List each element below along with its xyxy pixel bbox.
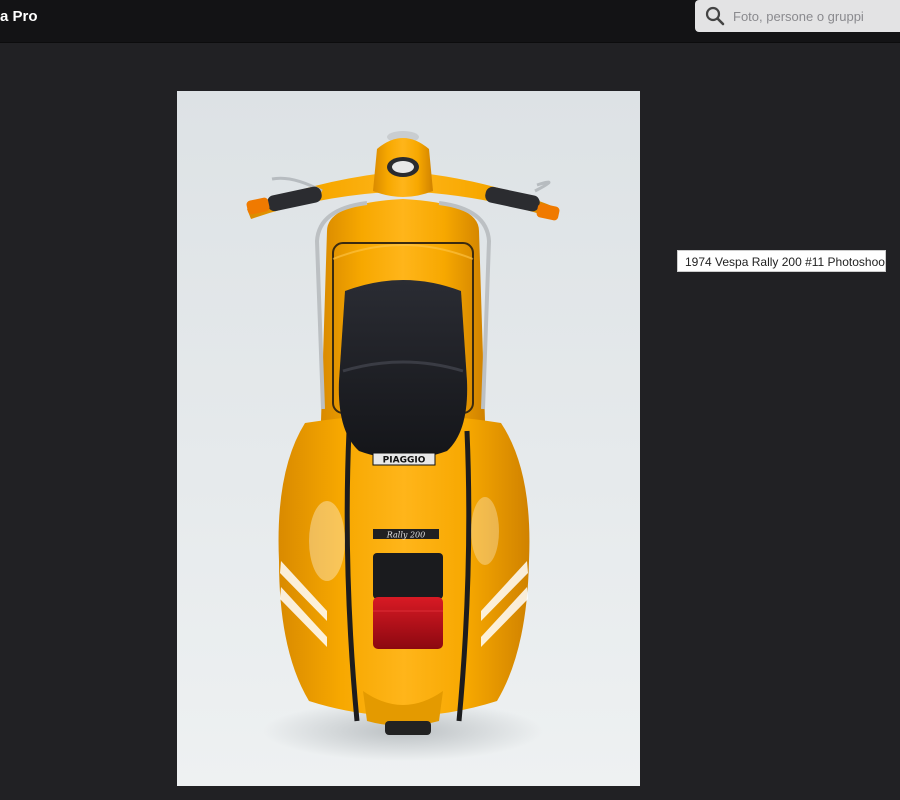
search-input[interactable] xyxy=(733,0,898,32)
photo-title-tooltip: 1974 Vespa Rally 200 #11 Photoshoot by xyxy=(677,250,886,272)
search-box[interactable] xyxy=(695,0,900,32)
seat-badge-text: PIAGGIO xyxy=(383,456,426,466)
body-badge-text: Rally 200 xyxy=(386,531,425,540)
top-bar: a Pro xyxy=(0,0,900,43)
main-photo[interactable]: PIAGGIO Rally 200 xyxy=(177,91,640,786)
brand-title[interactable]: a Pro xyxy=(0,8,38,25)
search-icon[interactable] xyxy=(705,6,725,26)
vespa-image: PIAGGIO Rally 200 xyxy=(246,131,560,761)
